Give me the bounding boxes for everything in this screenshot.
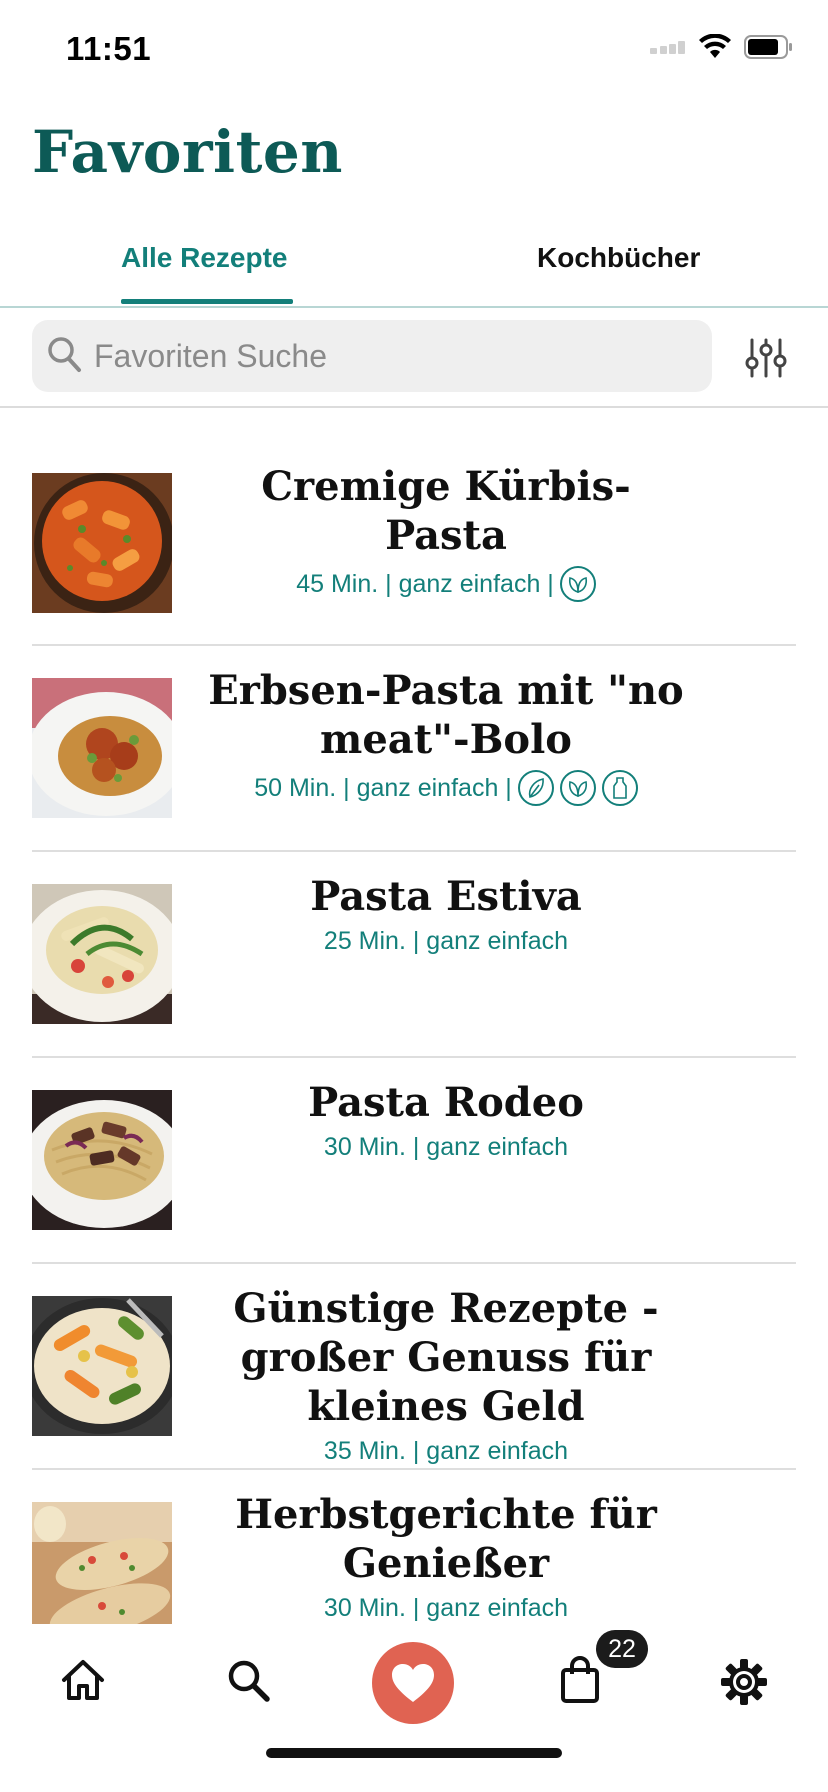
recipe-title: Günstige Rezepte - großer Genuss für kle…: [233, 1285, 659, 1430]
recipe-text: Günstige Rezepte - großer Genuss für kle…: [202, 1284, 690, 1466]
recipe-text: Herbstgerichte für Genießer 30 Min. | ga…: [202, 1490, 690, 1623]
recipe-meta: 30 Min. | ganz einfach: [202, 1133, 690, 1162]
recipe-meta: 45 Min. | ganz einfach |: [202, 566, 690, 602]
signal-icon: [650, 41, 685, 54]
vegetarian-icon: [559, 770, 596, 806]
recipe-item[interactable]: Erbsen-Pasta mit "no meat"-Bolo 50 Min. …: [32, 646, 796, 852]
tab-bar: Alle Rezepte Kochbücher: [0, 218, 828, 308]
recipe-image: [32, 1502, 172, 1624]
heart-icon: [392, 1664, 434, 1702]
recipe-text: Cremige Kürbis-Pasta 45 Min. | ganz einf…: [202, 462, 690, 602]
recipe-title: Cremige Kürbis-Pasta: [261, 463, 631, 559]
bottom-nav: 22: [0, 1624, 828, 1792]
recipe-item[interactable]: Günstige Rezepte - großer Genuss für kle…: [32, 1264, 796, 1470]
recipe-meta-text: 25 Min. | ganz einfach: [323, 927, 569, 955]
search-row: [0, 308, 828, 408]
status-bar: 11:51: [0, 0, 828, 100]
recipe-text: Erbsen-Pasta mit "no meat"-Bolo 50 Min. …: [202, 666, 690, 806]
favorites-tab-button[interactable]: [372, 1642, 454, 1724]
recipe-title: Herbstgerichte für Genießer: [235, 1491, 657, 1587]
recipe-meta-text: 45 Min. | ganz einfach |: [296, 569, 554, 598]
tab-cookbooks[interactable]: Kochbücher: [537, 242, 700, 274]
page-title: Favoriten: [32, 118, 343, 186]
home-indicator: [266, 1748, 562, 1758]
recipe-text: Pasta Estiva 25 Min. | ganz einfach: [202, 872, 690, 956]
recipe-item[interactable]: Cremige Kürbis-Pasta 45 Min. | ganz einf…: [32, 410, 796, 646]
settings-icon[interactable]: [720, 1658, 768, 1706]
tab-all-recipes[interactable]: Alle Rezepte: [121, 242, 288, 274]
vegan-icon: [517, 770, 554, 806]
recipe-text: Pasta Rodeo 30 Min. | ganz einfach: [202, 1078, 690, 1162]
recipe-item[interactable]: Pasta Rodeo 30 Min. | ganz einfach: [32, 1058, 796, 1264]
recipe-meta-text: 30 Min. | ganz einfach: [323, 1133, 569, 1161]
battery-icon: [744, 35, 792, 59]
search-box[interactable]: [32, 320, 712, 392]
status-time: 11:51: [66, 30, 152, 67]
recipe-title: Pasta Rodeo: [308, 1079, 584, 1126]
recipe-title: Erbsen-Pasta mit "no meat"-Bolo: [208, 667, 684, 763]
recipe-meta-text: 30 Min. | ganz einfach: [323, 1594, 569, 1622]
search-icon: [48, 337, 81, 372]
vegetarian-icon: [559, 566, 596, 602]
recipe-title: Pasta Estiva: [310, 873, 582, 920]
filter-icon[interactable]: [744, 338, 788, 378]
lactose-free-icon: [601, 770, 638, 806]
recipe-meta-text: 35 Min. | ganz einfach: [323, 1437, 569, 1465]
recipe-list: Cremige Kürbis-Pasta 45 Min. | ganz einf…: [0, 410, 828, 1624]
recipe-item[interactable]: Pasta Estiva 25 Min. | ganz einfach: [32, 852, 796, 1058]
recipe-meta: 30 Min. | ganz einfach: [202, 1594, 690, 1623]
recipe-item[interactable]: Herbstgerichte für Genießer 30 Min. | ga…: [32, 1470, 796, 1624]
active-tab-indicator: [121, 299, 293, 304]
recipe-image: [32, 884, 172, 1024]
search-input[interactable]: [94, 320, 694, 392]
recipe-image: [32, 678, 172, 818]
recipe-image: [32, 473, 172, 613]
recipe-meta: 35 Min. | ganz einfach: [202, 1437, 690, 1466]
home-icon[interactable]: [60, 1658, 106, 1702]
recipe-image: [32, 1296, 172, 1436]
recipe-meta-text: 50 Min. | ganz einfach |: [254, 773, 512, 802]
shopping-bag-icon[interactable]: [560, 1656, 600, 1704]
status-icons: [650, 34, 794, 60]
recipe-image: [32, 1090, 172, 1230]
wifi-icon: [699, 34, 731, 58]
recipe-meta: 50 Min. | ganz einfach |: [202, 770, 690, 806]
recipe-meta: 25 Min. | ganz einfach: [202, 927, 690, 956]
search-icon[interactable]: [226, 1658, 272, 1704]
cart-count-badge: 22: [596, 1630, 648, 1668]
